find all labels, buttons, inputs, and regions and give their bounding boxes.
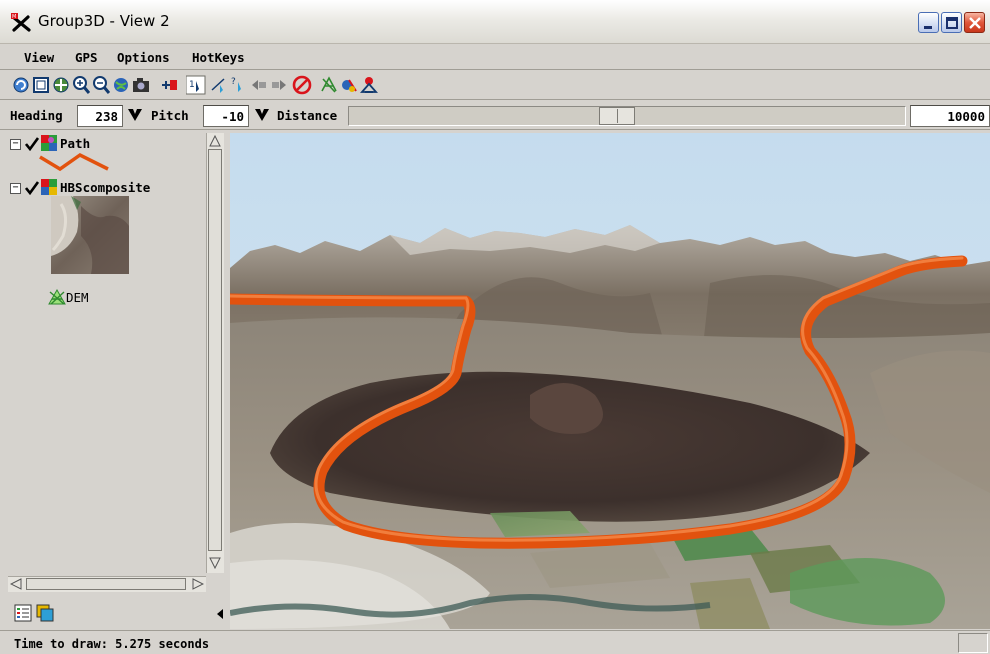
settings-icon[interactable] xyxy=(340,75,358,95)
title-bar[interactable]: M Group3D - View 2 xyxy=(0,0,990,44)
layer-tree-panel: − Path − HBScomposite DEM xyxy=(8,133,226,597)
horizontal-scroll-thumb[interactable] xyxy=(26,578,186,590)
pan-icon[interactable] xyxy=(52,75,70,95)
redraw-icon[interactable] xyxy=(12,75,30,95)
minimize-icon xyxy=(924,26,932,29)
view-position-bar: Heading 238 Pitch -10 Distance 10000 xyxy=(0,102,990,130)
measure-tool-icon[interactable] xyxy=(210,75,228,95)
minimize-button[interactable] xyxy=(918,12,939,33)
collapse-toggle-path[interactable]: − xyxy=(10,139,21,150)
menu-bar: View GPS Options HotKeys xyxy=(0,46,990,70)
checkmark-icon[interactable] xyxy=(25,181,39,195)
status-bar: Time to draw: 5.275 seconds xyxy=(0,630,990,654)
3d-view-canvas[interactable] xyxy=(230,133,990,629)
toolbar: 1 ? xyxy=(0,72,990,100)
window-title: Group3D - View 2 xyxy=(38,12,170,30)
menu-options[interactable]: Options xyxy=(117,50,170,65)
close-icon xyxy=(969,17,981,29)
dem-surface-icon xyxy=(48,288,66,305)
svg-text:M: M xyxy=(12,14,16,20)
layer-panel-footer xyxy=(8,598,226,626)
snapshot-camera-icon[interactable] xyxy=(132,75,150,95)
heading-label: Heading xyxy=(10,108,63,123)
terrain-scene xyxy=(230,133,990,629)
collapse-panel-icon[interactable] xyxy=(216,609,224,619)
pitch-dropdown-icon[interactable] xyxy=(255,108,269,122)
scroll-left-icon[interactable] xyxy=(10,578,22,590)
view-properties-icon[interactable] xyxy=(36,604,54,622)
tntmips-app-icon: M xyxy=(11,13,31,32)
distance-field[interactable]: 10000 xyxy=(910,105,990,127)
cancel-draw-icon[interactable] xyxy=(292,75,312,95)
layer-list-icon[interactable] xyxy=(14,604,32,622)
previous-view-icon[interactable] xyxy=(250,75,268,95)
status-indicator xyxy=(958,633,988,653)
pitch-field[interactable]: -10 xyxy=(203,105,249,127)
scroll-right-icon[interactable] xyxy=(192,578,204,590)
menu-view[interactable]: View xyxy=(24,50,54,65)
viewpoint-icon[interactable] xyxy=(360,75,378,95)
maximize-icon xyxy=(946,17,958,29)
menu-hotkeys[interactable]: HotKeys xyxy=(192,50,245,65)
path-legend-swatch xyxy=(39,152,109,172)
heading-field[interactable]: 238 xyxy=(77,105,123,127)
distance-label: Distance xyxy=(277,108,338,123)
vector-layer-icon xyxy=(41,135,57,151)
svg-text:?: ? xyxy=(231,77,236,87)
vertical-scroll-thumb[interactable] xyxy=(208,149,222,551)
layer-name-dem[interactable]: DEM xyxy=(66,290,89,305)
zoom-in-icon[interactable] xyxy=(72,75,90,95)
layer-panel-horizontal-scrollbar[interactable] xyxy=(8,576,206,592)
globe-icon[interactable] xyxy=(112,75,130,95)
group3d-window: M Group3D - View 2 View GPS Options HotK… xyxy=(0,0,990,654)
pitch-label: Pitch xyxy=(151,108,189,123)
collapse-toggle-hbscomposite[interactable]: − xyxy=(10,183,21,194)
maximize-button[interactable] xyxy=(941,12,962,33)
raster-layer-icon xyxy=(41,179,57,195)
full-view-icon[interactable] xyxy=(32,75,50,95)
zoom-out-icon[interactable] xyxy=(92,75,110,95)
add-layer-icon[interactable] xyxy=(160,75,178,95)
checkmark-icon[interactable] xyxy=(25,137,39,151)
svg-text:1: 1 xyxy=(189,80,195,90)
select-tool-icon[interactable]: 1 xyxy=(186,75,206,95)
heading-dropdown-icon[interactable] xyxy=(128,108,142,122)
menu-gps[interactable]: GPS xyxy=(75,50,98,65)
distance-slider-thumb[interactable] xyxy=(599,107,635,125)
query-tool-icon[interactable]: ? xyxy=(230,75,248,95)
next-view-icon[interactable] xyxy=(270,75,288,95)
close-button[interactable] xyxy=(964,12,985,33)
layer-name-path[interactable]: Path xyxy=(60,136,90,151)
raster-thumbnail xyxy=(51,196,129,274)
layer-panel-vertical-scrollbar[interactable] xyxy=(206,133,224,573)
surface-properties-icon[interactable] xyxy=(320,75,338,95)
status-text: Time to draw: 5.275 seconds xyxy=(14,637,210,651)
scroll-up-icon[interactable] xyxy=(209,135,221,147)
scroll-down-icon[interactable] xyxy=(209,557,221,569)
layer-name-hbscomposite[interactable]: HBScomposite xyxy=(60,180,150,195)
